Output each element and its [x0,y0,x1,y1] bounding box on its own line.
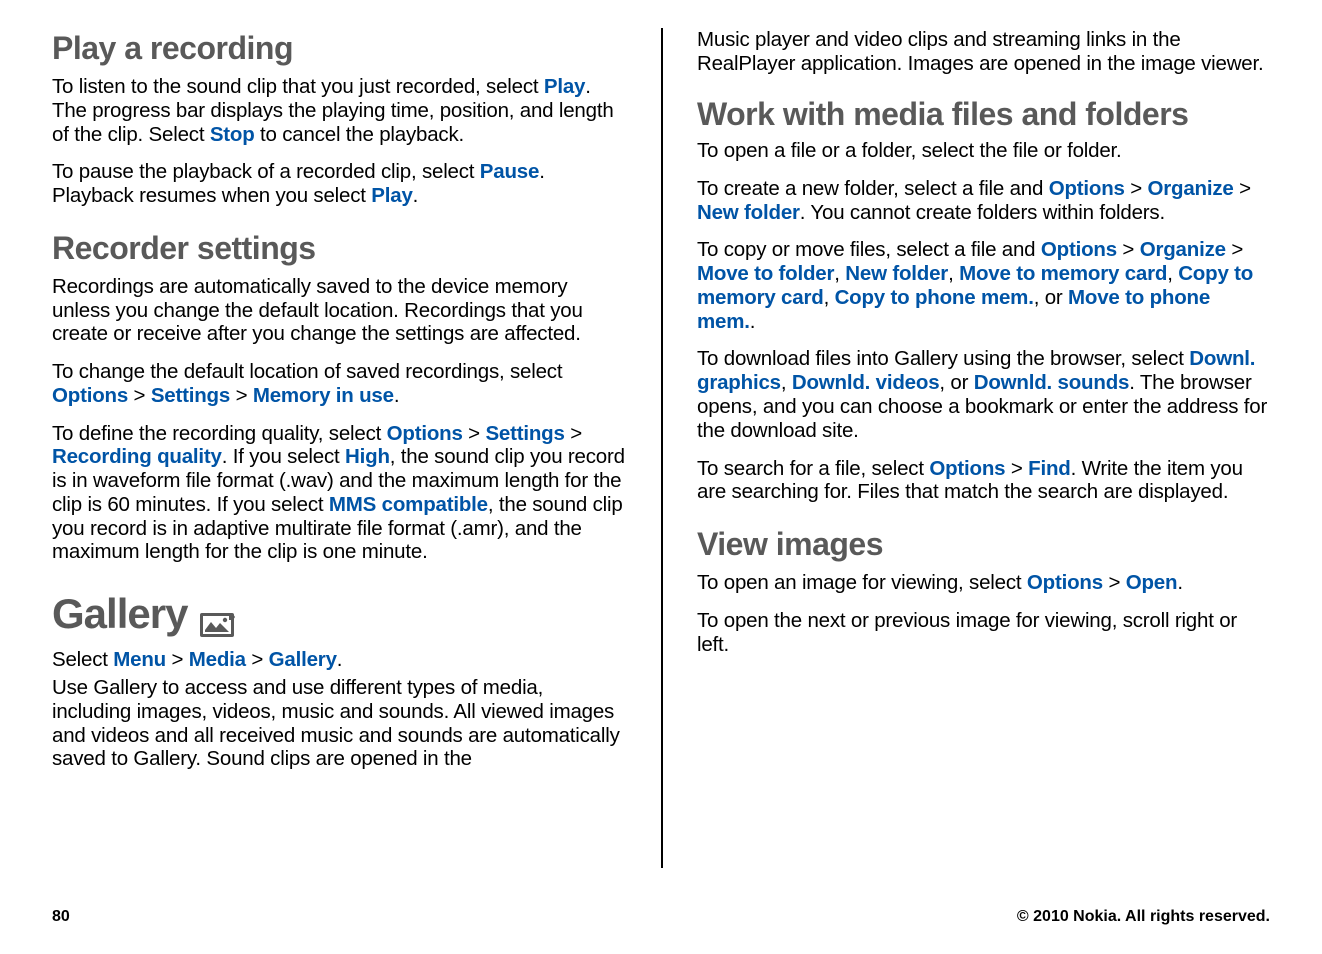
text: Select [52,648,113,671]
text: To listen to the sound clip that you jus… [52,75,544,98]
link-menu[interactable]: Menu [113,648,166,671]
text: To create a new folder, select a file an… [697,177,1049,200]
paragraph: Music player and video clips and streami… [697,28,1270,76]
breadcrumb-separator: > [463,422,486,445]
page-number: 80 [52,908,70,926]
link-options[interactable]: Options [1049,177,1125,200]
page-footer: 80 © 2010 Nokia. All rights reserved. [52,908,1270,926]
breadcrumb-separator: > [166,648,189,671]
breadcrumb-separator: > [1005,457,1028,480]
paragraph: To download files into Gallery using the… [697,347,1270,442]
heading-view-images: View images [697,526,1270,563]
gallery-icon [199,600,235,628]
text: . [413,184,419,207]
link-high[interactable]: High [345,445,390,468]
link-options[interactable]: Options [1041,238,1117,261]
text: . [394,384,400,407]
text: To define the recording quality, select [52,422,387,445]
paragraph: To pause the playback of a recorded clip… [52,160,627,208]
text: , [1167,262,1178,285]
text: , [781,371,792,394]
breadcrumb-separator: > [1125,177,1148,200]
link-new-folder[interactable]: New folder [845,262,948,285]
link-find[interactable]: Find [1028,457,1070,480]
copyright: © 2010 Nokia. All rights reserved. [1017,908,1270,926]
link-stop[interactable]: Stop [210,123,255,146]
link-organize[interactable]: Organize [1148,177,1234,200]
link-settings[interactable]: Settings [485,422,564,445]
text: . [1177,571,1183,594]
paragraph: To copy or move files, select a file and… [697,238,1270,333]
breadcrumb-separator: > [246,648,269,671]
paragraph: To define the recording quality, select … [52,422,627,565]
paragraph: To open an image for viewing, select Opt… [697,571,1270,595]
paragraph: To create a new folder, select a file an… [697,177,1270,225]
paragraph: Use Gallery to access and use different … [52,676,627,771]
paragraph: Select Menu > Media > Gallery. [52,648,627,672]
text: , [824,286,835,309]
link-copy-phone-mem[interactable]: Copy to phone mem. [835,286,1034,309]
heading-work-media: Work with media files and folders [697,98,1270,132]
text: , [948,262,959,285]
paragraph: To listen to the sound clip that you jus… [52,75,627,146]
right-column: Music player and video clips and streami… [661,28,1270,868]
link-organize[interactable]: Organize [1140,238,1226,261]
text: . If you select [222,445,345,468]
link-memory-in-use[interactable]: Memory in use [253,384,394,407]
link-pause[interactable]: Pause [480,160,539,183]
link-gallery[interactable]: Gallery [269,648,337,671]
text: . You cannot create folders within folde… [800,201,1165,224]
breadcrumb-separator: > [565,422,582,445]
heading-play-recording: Play a recording [52,30,627,67]
link-options[interactable]: Options [387,422,463,445]
link-play[interactable]: Play [544,75,585,98]
paragraph: To change the default location of saved … [52,360,627,408]
heading-recorder-settings: Recorder settings [52,230,627,267]
text: To pause the playback of a recorded clip… [52,160,480,183]
link-downld-sounds[interactable]: Downld. sounds [974,371,1130,394]
text: To search for a file, select [697,457,929,480]
link-options[interactable]: Options [929,457,1005,480]
text: , or [939,371,973,394]
link-recording-quality[interactable]: Recording quality [52,445,222,468]
left-column: Play a recording To listen to the sound … [52,28,661,868]
breadcrumb-separator: > [230,384,253,407]
link-options[interactable]: Options [1027,571,1103,594]
text: , or [1034,286,1068,309]
paragraph: To search for a file, select Options > F… [697,457,1270,505]
text: . [337,648,343,671]
paragraph: To open a file or a folder, select the f… [697,139,1270,163]
link-options[interactable]: Options [52,384,128,407]
link-move-to-folder[interactable]: Move to folder [697,262,834,285]
link-move-memory-card[interactable]: Move to memory card [959,262,1167,285]
paragraph: Recordings are automatically saved to th… [52,275,627,346]
link-open[interactable]: Open [1126,571,1178,594]
paragraph: To open the next or previous image for v… [697,609,1270,657]
text: To copy or move files, select a file and [697,238,1041,261]
link-settings[interactable]: Settings [151,384,230,407]
link-new-folder[interactable]: New folder [697,201,800,224]
text: . [750,310,756,333]
breadcrumb-separator: > [1117,238,1140,261]
link-media[interactable]: Media [189,648,246,671]
breadcrumb-separator: > [1103,571,1126,594]
heading-gallery: Gallery [52,590,627,638]
breadcrumb-separator: > [1234,177,1251,200]
link-mms-compatible[interactable]: MMS compatible [329,493,488,516]
breadcrumb-separator: > [128,384,151,407]
link-downld-videos[interactable]: Downld. videos [792,371,940,394]
text: To open an image for viewing, select [697,571,1027,594]
text: , [834,262,845,285]
breadcrumb-separator: > [1226,238,1243,261]
text: To download files into Gallery using the… [697,347,1189,370]
link-play[interactable]: Play [371,184,412,207]
text: to cancel the playback. [255,123,464,146]
heading-gallery-text: Gallery [52,590,187,638]
text: To change the default location of saved … [52,360,562,383]
